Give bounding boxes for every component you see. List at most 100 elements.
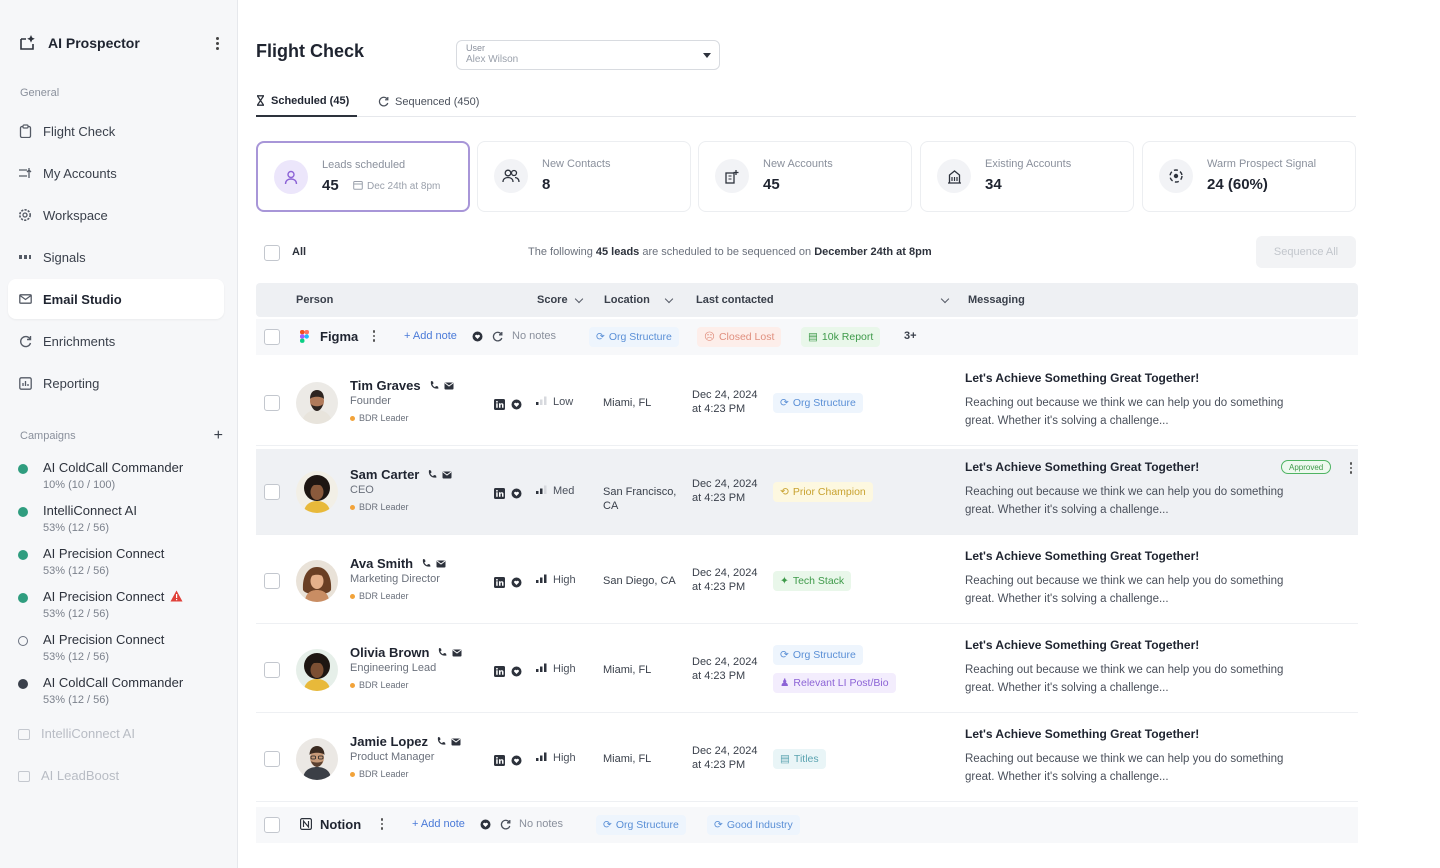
heart-icon[interactable] [511, 486, 522, 504]
column-header-messaging[interactable]: Messaging [968, 294, 1025, 306]
sync-icon [378, 96, 389, 107]
linkedin-icon[interactable] [494, 397, 505, 415]
social-links [494, 486, 522, 504]
heart-icon[interactable] [480, 819, 491, 830]
email-icon[interactable] [442, 467, 452, 482]
lead-name-cell: Sam Carter [350, 467, 452, 482]
linkedin-icon[interactable] [494, 664, 505, 682]
column-header-person[interactable]: Person [296, 294, 333, 306]
email-icon[interactable] [436, 556, 446, 571]
linkedin-icon[interactable] [494, 486, 505, 504]
message-subject[interactable]: Let's Achieve Something Great Together! [965, 727, 1199, 741]
group-menu-icon[interactable] [379, 818, 385, 832]
message-subject[interactable]: Let's Achieve Something Great Together! [965, 638, 1199, 652]
message-subject[interactable]: Let's Achieve Something Great Together! [965, 371, 1199, 385]
heart-icon[interactable] [511, 753, 522, 771]
phone-icon[interactable] [421, 556, 431, 571]
user-select[interactable]: User Alex Wilson [456, 40, 720, 70]
lead-title: Founder [350, 395, 391, 407]
lead-row[interactable]: Jamie Lopez Product Manager BDR Leader H… [256, 716, 1358, 802]
campaign-stats: 53% (12 / 56) [43, 522, 110, 534]
phone-icon[interactable] [436, 734, 446, 749]
column-header-score[interactable]: Score [537, 294, 583, 306]
location: Miami, FL [603, 664, 652, 676]
phone-icon[interactable] [427, 467, 437, 482]
lead-row[interactable]: Olivia Brown Engineering Lead BDR Leader… [256, 627, 1358, 713]
location: Miami, FL [603, 753, 652, 765]
stat-card-new-contacts[interactable]: New Contacts 8 [477, 141, 691, 212]
lead-row[interactable]: Tim Graves Founder BDR Leader Low Miami,… [256, 360, 1358, 446]
heart-icon[interactable] [472, 331, 483, 342]
phone-icon[interactable] [437, 645, 447, 660]
message-preview: Reaching out because we think we can hel… [965, 397, 1284, 427]
row-checkbox[interactable] [264, 395, 280, 411]
campaign-item[interactable]: AI Precision Connect 53% (12 / 56) [18, 589, 223, 627]
sequence-all-button[interactable]: Sequence All [1256, 236, 1356, 268]
stat-card-existing-accounts[interactable]: Existing Accounts 34 [920, 141, 1134, 212]
lead-row[interactable]: Sam Carter CEO BDR Leader Med San Franci… [256, 449, 1358, 535]
sidebar-item-reporting[interactable]: Reporting [8, 363, 224, 403]
message-subject[interactable]: Let's Achieve Something Great Together! [965, 549, 1199, 563]
sidebar-item-email-studio[interactable]: Email Studio [8, 279, 224, 319]
email-icon[interactable] [452, 645, 462, 660]
tab-sequenced[interactable]: Sequenced (450) [378, 86, 479, 117]
email-icon[interactable] [451, 734, 461, 749]
row-checkbox[interactable] [264, 573, 280, 589]
sidebar-item-flight-check[interactable]: Flight Check [8, 111, 224, 151]
refresh-icon [18, 334, 32, 348]
add-note-link[interactable]: + Add note [412, 818, 465, 830]
add-note-link[interactable]: + Add note [404, 330, 457, 342]
campaign-item[interactable]: AI ColdCall Commander 53% (12 / 56) [18, 675, 223, 713]
stat-card-new-accounts[interactable]: New Accounts 45 [698, 141, 912, 212]
account-group-row[interactable]: Notion + Add note No notes ⟳ Org Structur… [256, 807, 1358, 843]
stat-card-warm-prospect-signal[interactable]: Warm Prospect Signal 24 (60%) [1142, 141, 1356, 212]
app-menu-icon[interactable] [211, 34, 223, 52]
row-checkbox[interactable] [264, 751, 280, 767]
lead-name-cell: Tim Graves [350, 378, 454, 393]
column-header-last-contacted[interactable]: Last contacted [696, 294, 949, 306]
heart-icon[interactable] [511, 575, 522, 593]
sidebar-item-label: Flight Check [43, 123, 116, 139]
campaign-item[interactable]: AI ColdCall Commander 10% (10 / 100) [18, 460, 223, 498]
row-menu-icon[interactable] [1349, 462, 1353, 476]
lead-row[interactable]: Ava Smith Marketing Director BDR Leader … [256, 538, 1358, 624]
sync-icon[interactable] [492, 331, 503, 342]
row-checkbox[interactable] [264, 662, 280, 678]
phone-icon[interactable] [429, 378, 439, 393]
sidebar-item-workspace[interactable]: Workspace [8, 195, 224, 235]
contact-icons [427, 467, 452, 482]
linkedin-icon[interactable] [494, 753, 505, 771]
column-header-location[interactable]: Location [604, 294, 674, 306]
email-icon[interactable] [444, 378, 454, 393]
select-all-checkbox[interactable] [264, 245, 280, 261]
message-subject[interactable]: Let's Achieve Something Great Together! [965, 460, 1199, 474]
add-campaign-icon[interactable]: + [214, 428, 223, 444]
campaign-item[interactable]: AI LeadBoost [18, 768, 223, 806]
sync-icon[interactable] [500, 819, 511, 830]
campaign-item[interactable]: IntelliConnect AI [18, 726, 223, 764]
score-value: High [553, 752, 576, 764]
account-group-row[interactable]: Figma + Add note No notes ⟳ Org Structure… [256, 319, 1358, 355]
campaign-item[interactable]: AI Precision Connect 53% (12 / 56) [18, 546, 223, 584]
heart-icon[interactable] [511, 664, 522, 682]
group-menu-icon[interactable] [371, 330, 377, 344]
stat-value: 34 [985, 176, 1002, 193]
group-checkbox[interactable] [264, 817, 280, 833]
campaign-stats: 53% (12 / 56) [43, 694, 110, 706]
message-preview: Reaching out because we think we can hel… [965, 486, 1284, 516]
linkedin-icon[interactable] [494, 575, 505, 593]
heart-icon[interactable] [511, 397, 522, 415]
group-checkbox[interactable] [264, 329, 280, 345]
sidebar-item-my-accounts[interactable]: My Accounts [8, 153, 224, 193]
last-contacted: Dec 24, 2024 at 4:23 PM [692, 655, 757, 683]
campaign-item[interactable]: IntelliConnect AI 53% (12 / 56) [18, 503, 223, 541]
more-tags-link[interactable]: 3+ [904, 330, 917, 342]
sidebar-item-enrichments[interactable]: Enrichments [8, 321, 224, 361]
campaign-item[interactable]: AI Precision Connect 53% (12 / 56) [18, 632, 223, 670]
lead-name: Olivia Brown [350, 645, 430, 660]
row-checkbox[interactable] [264, 484, 280, 500]
stat-card-leads-scheduled[interactable]: Leads scheduled 45 Dec 24th at 8pm [256, 141, 470, 212]
active-status-dot [18, 550, 28, 560]
sidebar-item-signals[interactable]: Signals [8, 237, 224, 277]
tab-scheduled[interactable]: Scheduled (45) [256, 86, 358, 117]
